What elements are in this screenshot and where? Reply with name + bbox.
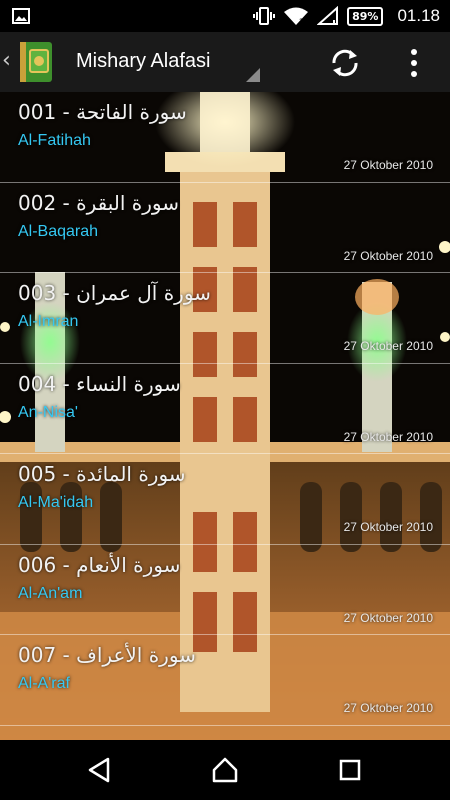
surah-latin-name: Al-Fatihah	[18, 132, 91, 149]
surah-arabic-name: سورة البقرة - 002	[18, 190, 180, 215]
list-item[interactable]: سورة الفاتحة - 001 Al-Fatihah 27 Oktober…	[0, 92, 450, 183]
surah-latin-name: Al-Baqarah	[18, 222, 99, 240]
surah-date: 27 Oktober 2010	[343, 248, 433, 263]
quran-book-icon[interactable]	[16, 40, 54, 84]
surah-arabic-name: سورة آل عمران - 003	[18, 281, 211, 305]
wifi-icon: ?	[284, 7, 309, 26]
back-icon[interactable]	[86, 756, 114, 784]
status-bar: ? 89% 01.18	[0, 0, 450, 32]
clock: 01.18	[397, 6, 440, 25]
list-item[interactable]: سورة الأنعام - 006 Al-An'am 27 Oktober 2…	[0, 545, 450, 635]
surah-arabic-name: سورة الفاتحة - 001	[18, 100, 187, 124]
surah-latin-name: Al-Ma'idah	[18, 494, 94, 511]
surah-date: 27 Oktober 2010	[343, 158, 433, 172]
surah-arabic-name: سورة النساء - 004	[18, 371, 181, 396]
action-bar: ‹ Mishary Alafasi	[0, 32, 450, 92]
vibrate-icon	[253, 7, 276, 25]
image-icon	[12, 8, 30, 24]
list-item[interactable]: سورة آل عمران - 003 Al-Imran 27 Oktober …	[0, 273, 450, 364]
surah-latin-name: Al-A'raf	[18, 675, 70, 692]
list-item[interactable]: سورة البقرة - 002 Al-Baqarah 27 Oktober …	[0, 183, 450, 273]
back-arrow-icon[interactable]: ‹	[2, 50, 11, 72]
list-item[interactable]: سورة النساء - 004 An-Nisa' 27 Oktober 20…	[0, 364, 450, 454]
surah-date: 27 Oktober 2010	[343, 429, 433, 444]
recents-icon[interactable]	[336, 756, 364, 784]
list-item[interactable]: سورة المائدة - 005 Al-Ma'idah 27 Oktober…	[0, 454, 450, 545]
refresh-icon[interactable]	[328, 46, 362, 80]
signal-icon	[317, 6, 339, 25]
surah-latin-name: Al-Imran	[18, 313, 79, 330]
home-icon[interactable]	[211, 756, 239, 784]
svg-text:?: ?	[299, 18, 304, 26]
page-title[interactable]: Mishary Alafasi	[76, 50, 211, 73]
list-item[interactable]: سورة الأعراف - 007 Al-A'raf 27 Oktober 2…	[0, 635, 450, 726]
surah-date: 27 Oktober 2010	[343, 520, 433, 534]
overflow-menu-icon[interactable]	[404, 46, 424, 80]
surah-arabic-name: سورة الأعراف - 007	[18, 643, 196, 667]
surah-latin-name: An-Nisa'	[18, 403, 78, 421]
surah-list-container[interactable]: سورة الفاتحة - 001 Al-Fatihah 27 Oktober…	[0, 92, 450, 740]
surah-arabic-name: سورة المائدة - 005	[18, 462, 186, 486]
dropdown-icon[interactable]	[246, 68, 260, 82]
surah-date: 27 Oktober 2010	[343, 701, 433, 715]
surah-date: 27 Oktober 2010	[343, 339, 433, 353]
surah-latin-name: Al-An'am	[18, 584, 83, 602]
battery-indicator: 89%	[347, 6, 384, 26]
surah-list: سورة الفاتحة - 001 Al-Fatihah 27 Oktober…	[0, 92, 450, 726]
surah-arabic-name: سورة الأنعام - 006	[18, 552, 181, 577]
surah-date: 27 Oktober 2010	[343, 610, 433, 625]
navigation-bar	[0, 740, 450, 800]
